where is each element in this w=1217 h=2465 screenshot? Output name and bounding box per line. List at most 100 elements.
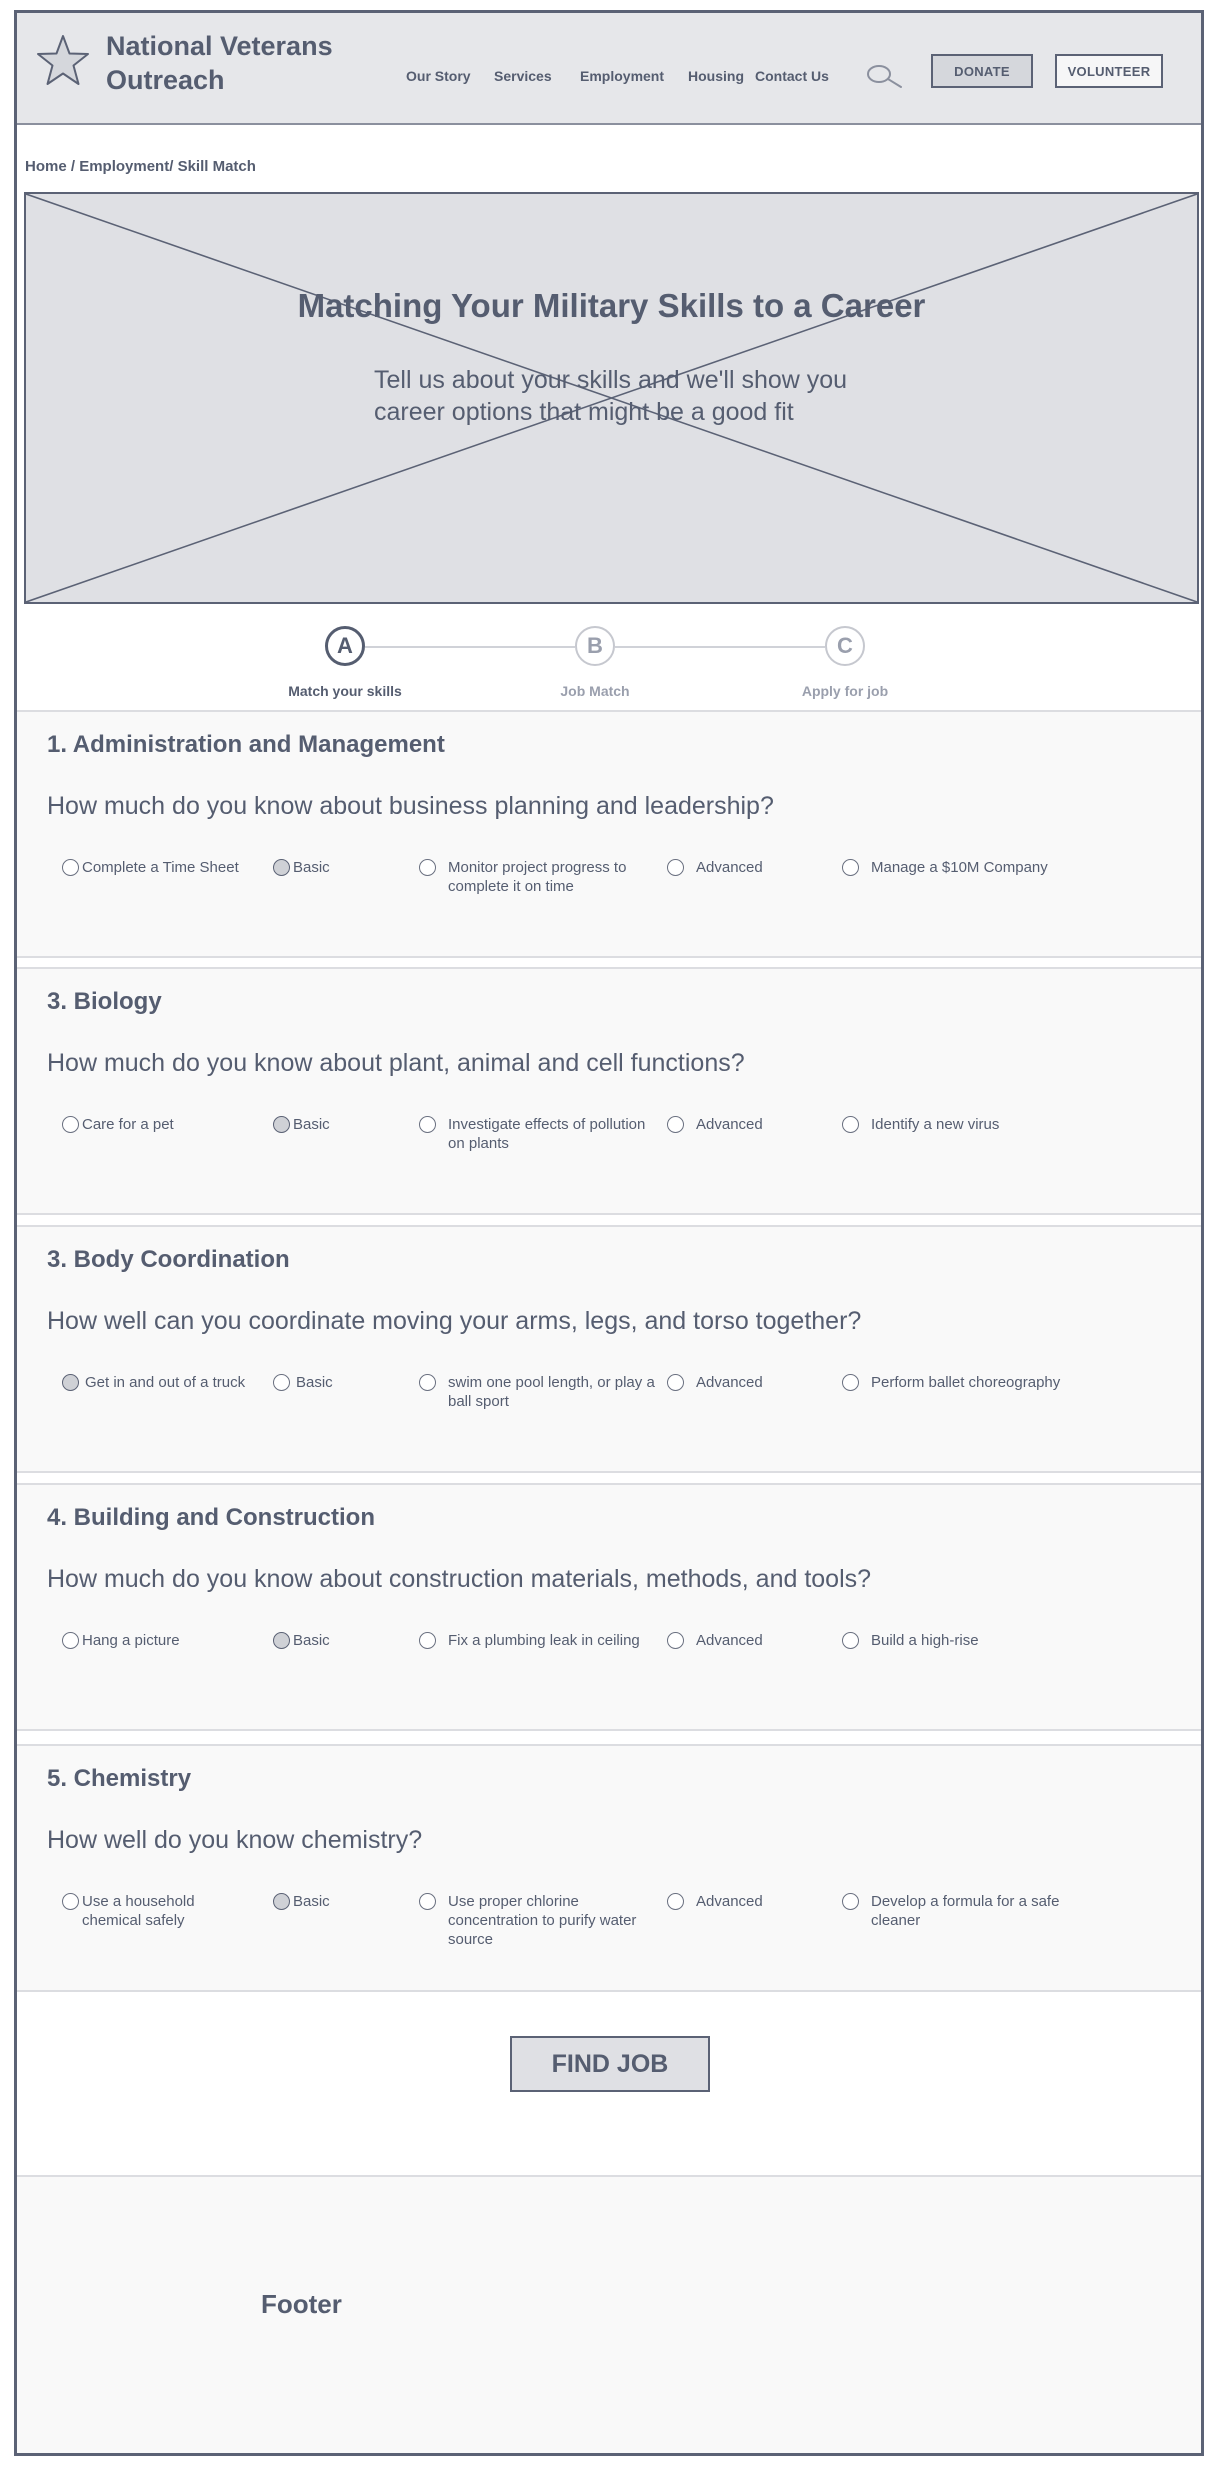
option-label: Advanced — [696, 1374, 763, 1391]
nav-our-story[interactable]: Our Story — [406, 68, 471, 84]
skill-option[interactable]: Develop a formula for a safe cleaner — [842, 1892, 1082, 1930]
radio-button[interactable] — [842, 859, 859, 876]
skill-option[interactable]: Hang a picture — [62, 1631, 262, 1650]
radio-button[interactable] — [273, 1632, 290, 1649]
radio-button[interactable] — [667, 859, 684, 876]
nav-contact-us[interactable]: Contact Us — [755, 68, 829, 84]
option-label: Basic — [293, 1893, 330, 1910]
option-label: Advanced — [696, 859, 763, 876]
nav-services[interactable]: Services — [494, 68, 552, 84]
radio-button[interactable] — [273, 1116, 290, 1133]
skill-option[interactable]: Manage a $10M Company — [842, 858, 1122, 877]
radio-button[interactable] — [62, 1893, 79, 1910]
radio-button[interactable] — [842, 1116, 859, 1133]
radio-button[interactable] — [273, 859, 290, 876]
step-b-circle[interactable]: B — [575, 626, 615, 666]
option-label: Care for a pet — [82, 1116, 174, 1133]
skill-option[interactable]: Perform ballet choreography — [842, 1373, 1122, 1392]
radio-button[interactable] — [667, 1632, 684, 1649]
option-label: Advanced — [696, 1116, 763, 1133]
step-c-circle[interactable]: C — [825, 626, 865, 666]
breadcrumb-separator: / — [70, 158, 80, 175]
breadcrumb-home[interactable]: Home — [25, 158, 67, 175]
volunteer-button[interactable]: VOLUNTEER — [1055, 54, 1163, 88]
site-footer: Footer — [17, 2175, 1201, 2453]
skill-option[interactable]: Advanced — [667, 1892, 817, 1911]
step-b-label: Job Match — [560, 683, 630, 699]
section-title: 1. Administration and Management — [47, 731, 445, 758]
hero-banner: Matching Your Military Skills to a Caree… — [24, 192, 1199, 604]
search-icon[interactable] — [865, 63, 905, 91]
site-brand[interactable]: National Veterans Outreach — [106, 29, 366, 97]
skill-option[interactable]: Basic — [273, 1892, 403, 1911]
skill-section: 5. Chemistry How well do you know chemis… — [17, 1744, 1201, 1992]
skill-option[interactable]: Advanced — [667, 1115, 817, 1134]
option-label: Monitor project progress to complete it … — [448, 859, 627, 895]
radio-button[interactable] — [62, 859, 79, 876]
radio-button[interactable] — [842, 1632, 859, 1649]
option-label: Complete a Time Sheet — [82, 859, 239, 876]
radio-button[interactable] — [273, 1893, 290, 1910]
radio-button[interactable] — [419, 859, 436, 876]
option-label: swim one pool length, or play a ball spo… — [448, 1374, 655, 1410]
skill-option[interactable]: swim one pool length, or play a ball spo… — [419, 1373, 664, 1411]
step-a-circle[interactable]: A — [325, 626, 365, 666]
skill-option[interactable]: Care for a pet — [62, 1115, 262, 1134]
skill-option[interactable]: Advanced — [667, 1373, 817, 1392]
section-title: 3. Biology — [47, 988, 162, 1015]
radio-button[interactable] — [273, 1374, 290, 1391]
option-label: Advanced — [696, 1893, 763, 1910]
nav-housing[interactable]: Housing — [688, 68, 744, 84]
nav-employment[interactable]: Employment — [580, 68, 664, 84]
breadcrumb: Home / Employment/ Skill Match — [25, 158, 256, 175]
section-question: How well can you coordinate moving your … — [47, 1307, 862, 1335]
option-label: Hang a picture — [82, 1632, 180, 1649]
find-job-button[interactable]: FIND JOB — [510, 2036, 710, 2092]
skill-option[interactable]: Advanced — [667, 858, 817, 877]
radio-button[interactable] — [842, 1374, 859, 1391]
option-label: Get in and out of a truck — [85, 1374, 246, 1391]
skill-option[interactable]: Fix a plumbing leak in ceiling — [419, 1631, 659, 1650]
radio-button[interactable] — [667, 1116, 684, 1133]
site-header: National Veterans Outreach Our Story Ser… — [17, 13, 1201, 125]
skill-option[interactable]: Basic — [273, 1631, 403, 1650]
breadcrumb-employment[interactable]: Employment/ — [79, 158, 173, 175]
skill-option[interactable]: Basic — [273, 1115, 403, 1134]
radio-button[interactable] — [419, 1893, 436, 1910]
radio-button[interactable] — [842, 1893, 859, 1910]
radio-button[interactable] — [419, 1632, 436, 1649]
radio-button[interactable] — [667, 1374, 684, 1391]
option-label: Investigate effects of pollution on plan… — [448, 1116, 646, 1152]
section-question: How much do you know about business plan… — [47, 792, 774, 820]
step-connector — [365, 646, 575, 648]
skill-section: 3. Body Coordination How well can you co… — [17, 1225, 1201, 1473]
skill-option[interactable]: Use a household chemical safely — [62, 1892, 232, 1930]
skill-option[interactable]: Investigate effects of pollution on plan… — [419, 1115, 659, 1153]
skill-option[interactable]: Build a high-rise — [842, 1631, 1122, 1650]
skill-section: 3. Biology How much do you know about pl… — [17, 967, 1201, 1215]
skill-option[interactable]: Basic — [273, 1373, 403, 1392]
option-label: Advanced — [696, 1632, 763, 1649]
option-label: Identify a new virus — [871, 1116, 1000, 1133]
radio-button[interactable] — [62, 1116, 79, 1133]
hero-title: Matching Your Military Skills to a Caree… — [297, 287, 926, 324]
skill-option[interactable]: Get in and out of a truck — [62, 1373, 272, 1392]
donate-button[interactable]: DONATE — [931, 54, 1033, 88]
radio-button[interactable] — [419, 1374, 436, 1391]
option-label: Use proper chlorine concentration to pur… — [448, 1893, 637, 1948]
section-question: How well do you know chemistry? — [47, 1826, 423, 1854]
radio-button[interactable] — [667, 1893, 684, 1910]
radio-button[interactable] — [62, 1632, 79, 1649]
step-connector — [615, 646, 825, 648]
skill-option[interactable]: Monitor project progress to complete it … — [419, 858, 659, 896]
hero-subtitle: Tell us about your skills and we'll show… — [374, 366, 848, 426]
radio-button[interactable] — [62, 1374, 79, 1391]
option-label: Fix a plumbing leak in ceiling — [448, 1632, 640, 1649]
skill-option[interactable]: Identify a new virus — [842, 1115, 1122, 1134]
radio-button[interactable] — [419, 1116, 436, 1133]
section-title: 4. Building and Construction — [47, 1504, 375, 1531]
skill-option[interactable]: Advanced — [667, 1631, 817, 1650]
skill-option[interactable]: Use proper chlorine concentration to pur… — [419, 1892, 659, 1949]
skill-option[interactable]: Complete a Time Sheet — [62, 858, 262, 877]
skill-option[interactable]: Basic — [273, 858, 403, 877]
